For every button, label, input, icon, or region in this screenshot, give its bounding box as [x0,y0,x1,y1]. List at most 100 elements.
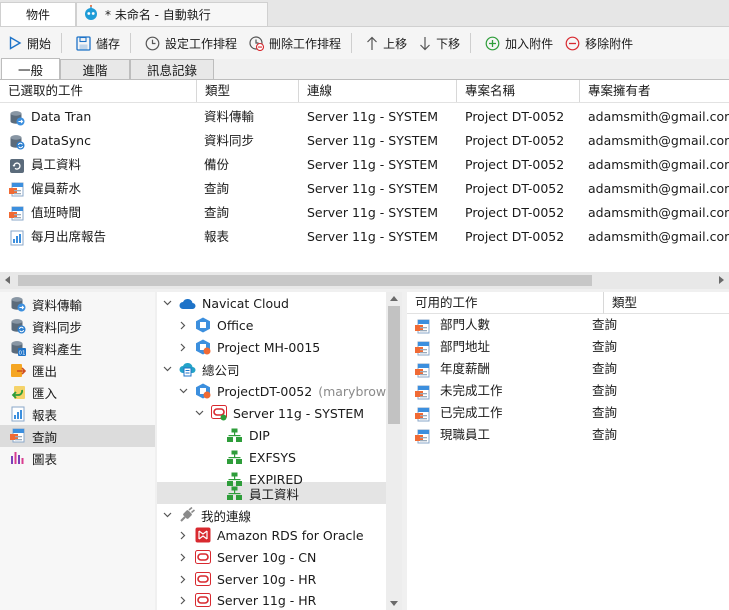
tree-node-label: EXFSYS [249,449,296,465]
column-header-available-type[interactable]: 類型 [603,292,729,314]
tree-node-schema-dip[interactable]: DIP [227,424,270,446]
table-header: 已選取的工件 類型 連線 專案名稱 專案擁有者 [0,80,729,103]
start-button[interactable]: 開始 [4,30,55,56]
robot-icon [83,4,99,24]
tree-node-office[interactable]: Office [177,314,254,336]
tree-node-schema-exfsys[interactable]: EXFSYS [227,446,296,468]
table-row[interactable]: 員工資料 備份 Server 11g - SYSTEM Project DT-0… [0,153,729,177]
tree-node-label: Amazon RDS for Oracle [217,527,364,543]
scroll-left-icon[interactable] [5,276,10,284]
list-item[interactable]: 部門地址 查詢 [407,336,729,358]
tab-objects[interactable]: 物件 [0,2,76,26]
tree-node-head-office[interactable]: 總公司 [161,358,240,380]
tree-node-schema-employee[interactable]: 員工資料 [227,482,299,504]
list-item[interactable]: 未完成工作 查詢 [407,380,729,402]
tab-advanced[interactable]: 進階 [60,59,130,79]
column-header-connection[interactable]: 連線 [298,80,456,102]
tree-node-server-10g-cn[interactable]: Server 10g - CN [177,546,316,568]
move-up-button[interactable]: 上移 [362,30,411,56]
tab-automation[interactable]: * 未命名 - 自動執行 [76,2,268,26]
scroll-down-icon[interactable] [390,601,398,606]
tab-log[interactable]: 訊息記錄 [130,59,214,79]
query-icon [415,407,430,422]
chevron-down-icon[interactable] [161,366,173,372]
shared-project-icon [196,383,211,399]
tree-node-label: Server 10g - CN [217,549,317,565]
column-header-available-job[interactable]: 可用的工作 [407,292,603,314]
column-header-type[interactable]: 類型 [196,80,298,102]
job-project: Project DT-0052 [465,133,565,148]
scrollbar-thumb[interactable] [388,306,400,424]
available-job-name: 年度薪酬 [440,361,491,376]
list-item[interactable]: 年度薪酬 查詢 [407,358,729,380]
table-row[interactable]: DataSync 資料同步 Server 11g - SYSTEM Projec… [0,129,729,153]
job-project: Project DT-0052 [465,109,565,124]
job-owner: adamsmith@gmail.com [588,133,729,148]
move-down-button[interactable]: 下移 [415,30,464,56]
chevron-right-icon[interactable] [177,343,189,352]
category-item[interactable]: 查詢 [0,425,155,447]
tree-node-server-11g-system[interactable]: Server 11g - SYSTEM [193,402,364,424]
category-label: 資料同步 [32,319,83,335]
minus-circle-icon [565,36,580,50]
chevron-right-icon[interactable] [177,553,189,562]
chevron-right-icon[interactable] [177,575,189,584]
column-header-owner[interactable]: 專案擁有者 [579,80,729,102]
category-item[interactable]: 圖表 [0,447,155,469]
list-item[interactable]: 部門人數 查詢 [407,314,729,336]
column-header-project[interactable]: 專案名稱 [456,80,579,102]
job-name: 僱員薪水 [31,181,82,196]
chevron-right-icon[interactable] [177,321,189,330]
tree-node-amazon-rds[interactable]: Amazon RDS for Oracle [177,524,364,546]
list-item[interactable]: 已完成工作 查詢 [407,402,729,424]
add-attachment-button[interactable]: 加入附件 [481,30,557,56]
scroll-up-icon[interactable] [390,296,398,301]
horizontal-scrollbar[interactable] [0,272,729,289]
set-schedule-button[interactable]: 設定工作排程 [141,30,241,56]
category-item[interactable]: 資料同步 [0,315,155,337]
tree-node-server-10g-hr[interactable]: Server 10g - HR [177,568,316,590]
scrollbar-thumb[interactable] [18,275,592,286]
play-icon [9,36,22,50]
query-icon [9,182,24,197]
chevron-right-icon[interactable] [177,596,189,605]
table-row[interactable]: Data Tran 資料傳輸 Server 11g - SYSTEM Proje… [0,105,729,129]
chevron-down-icon[interactable] [161,512,173,518]
job-owner: adamsmith@gmail.com [588,109,729,124]
tree-node-project-mh[interactable]: Project MH-0015 [177,336,320,358]
save-button[interactable]: 儲存 [72,30,124,56]
vertical-scrollbar[interactable] [386,292,402,610]
table-row[interactable]: 每月出席報告 報表 Server 11g - SYSTEM Project DT… [0,225,729,249]
job-project: Project DT-0052 [465,157,565,172]
table-row[interactable]: 值班時間 查詢 Server 11g - SYSTEM Project DT-0… [0,201,729,225]
list-item[interactable]: 現職員工 查詢 [407,424,729,446]
tree-node-navicat-cloud[interactable]: Navicat Cloud [161,292,289,314]
chevron-right-icon[interactable] [177,531,189,540]
plug-icon [180,507,195,522]
tree-node-server-11g-hr[interactable]: Server 11g - HR [177,589,316,610]
table-row[interactable]: 僱員薪水 查詢 Server 11g - SYSTEM Project DT-0… [0,177,729,201]
cloud-icon [179,298,196,309]
project-icon [196,317,210,333]
oracle-icon [195,550,211,564]
category-item[interactable]: 匯出 [0,359,155,381]
tree-node-project-dt[interactable]: ProjectDT-0052 (marybrown@ [177,380,386,402]
query-icon [415,385,430,400]
chart-icon [11,452,24,464]
category-item[interactable]: 匯入 [0,381,155,403]
delete-schedule-button[interactable]: 刪除工作排程 [245,30,345,56]
category-item[interactable]: 資料傳輸 [0,293,155,315]
job-connection: Server 11g - SYSTEM [307,181,439,196]
tab-general[interactable]: 一般 [1,58,60,79]
chevron-down-icon[interactable] [161,300,173,306]
scroll-right-icon[interactable] [719,276,724,284]
chevron-down-icon[interactable] [193,410,205,416]
category-item[interactable]: 01 資料產生 [0,337,155,359]
category-item[interactable]: 報表 [0,403,155,425]
column-header-job[interactable]: 已選取的工件 [0,80,196,102]
tree-node-my-connections[interactable]: 我的連線 [161,504,251,526]
chevron-down-icon[interactable] [177,388,189,394]
job-project: Project DT-0052 [465,205,565,220]
remove-attachment-button[interactable]: 移除附件 [561,30,637,56]
job-connection: Server 11g - SYSTEM [307,109,439,124]
